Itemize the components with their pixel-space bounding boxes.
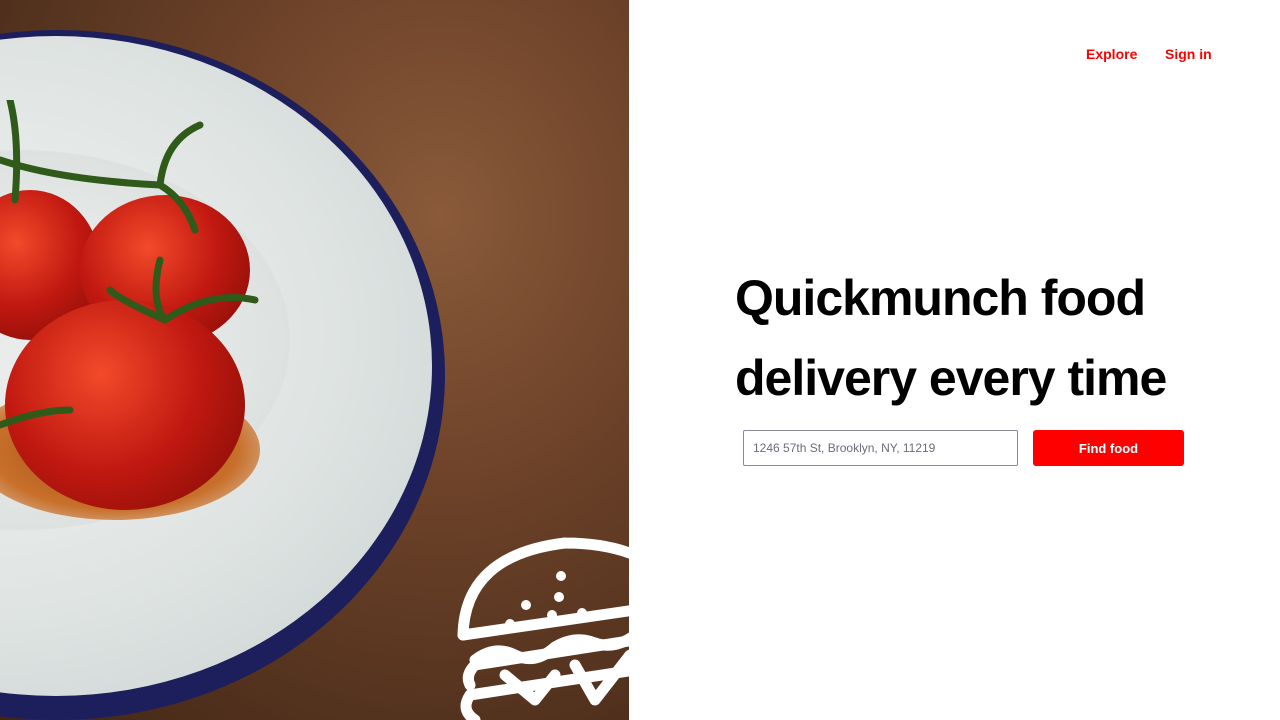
hero-food-image [0, 0, 629, 720]
burger-icon [457, 537, 629, 720]
nav-explore-link[interactable]: Explore [1086, 46, 1137, 62]
hero-headline: Quickmunch food delivery every time [735, 270, 1167, 406]
vine-icon [0, 100, 259, 429]
find-food-button[interactable]: Find food [1033, 430, 1184, 466]
nav-sign-in-link[interactable]: Sign in [1165, 46, 1212, 62]
address-input[interactable] [743, 430, 1018, 466]
